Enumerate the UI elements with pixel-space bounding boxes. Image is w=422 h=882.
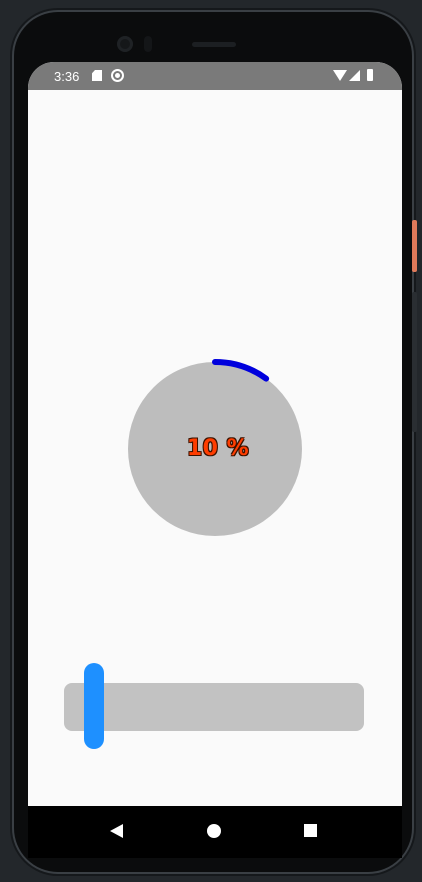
cell-signal-icon [349,70,360,81]
back-icon[interactable] [110,824,123,838]
front-camera [117,36,133,52]
slider-track[interactable] [64,683,364,731]
volume-button [412,292,417,432]
status-bar: 3:36 [28,62,402,90]
proximity-sensor [144,36,152,52]
battery-icon [367,69,373,81]
sync-icon [111,69,124,82]
sd-card-icon [92,70,102,81]
camera-bar [14,12,412,62]
progress-label: 10 % [186,436,250,461]
home-icon[interactable] [207,824,221,838]
earpiece-speaker [192,42,236,47]
power-button [412,220,417,272]
recents-icon[interactable] [304,824,317,837]
circular-progress: 10 % [118,348,318,548]
navigation-bar [28,806,402,858]
app-screen: 3:36 10 % [28,62,402,858]
slider-thumb[interactable] [84,663,104,749]
wifi-icon [333,70,347,81]
status-time: 3:36 [54,69,80,84]
